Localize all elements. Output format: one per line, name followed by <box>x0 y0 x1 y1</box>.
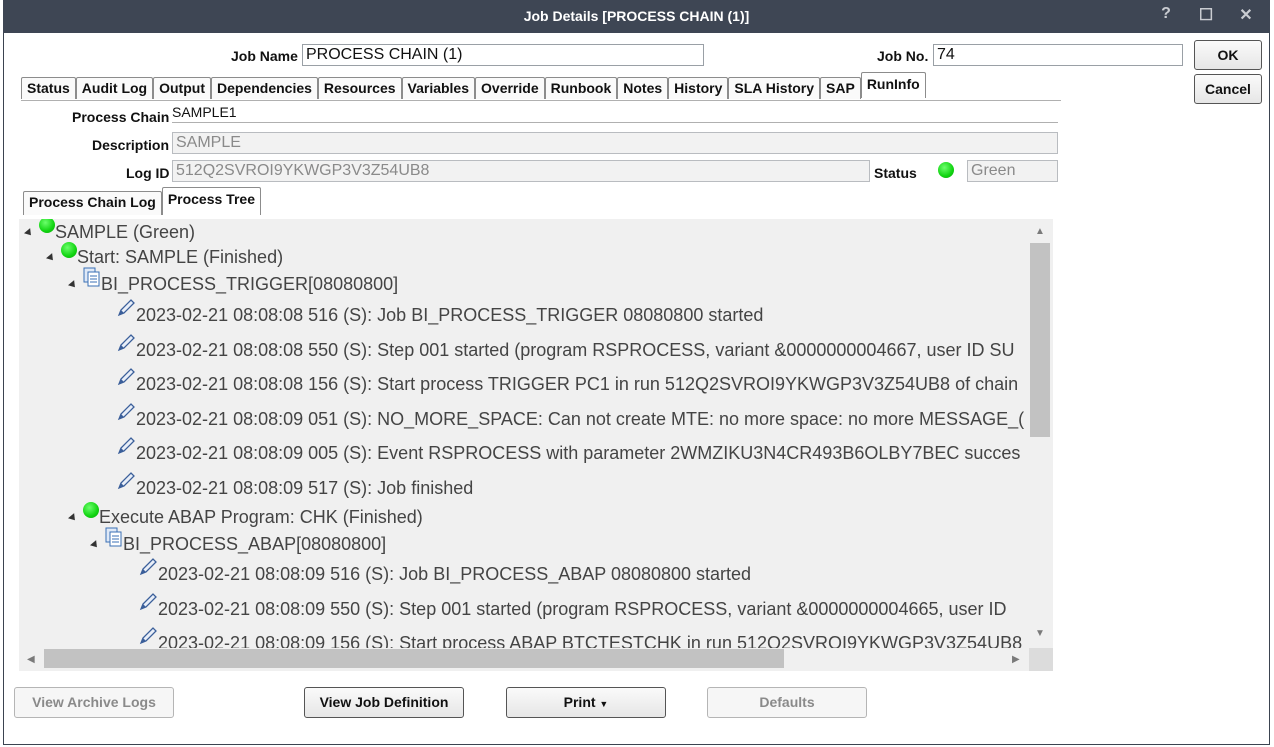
green-status-icon <box>83 502 99 518</box>
subtab-bar: Process Chain Log Process Tree <box>23 187 261 215</box>
description-field[interactable]: SAMPLE <box>172 132 1058 154</box>
vertical-scroll-thumb[interactable] <box>1030 243 1050 437</box>
tab-sla-history[interactable]: SLA History <box>728 77 821 99</box>
process-tree: SAMPLE (Green) Start: SAMPLE (Finished) … <box>19 219 1053 671</box>
collapse-icon[interactable] <box>24 228 34 239</box>
scroll-right-icon[interactable]: ▶ <box>1012 654 1020 665</box>
process-chain-value: SAMPLE1 <box>172 104 237 120</box>
process-chain-underline <box>172 122 1058 123</box>
tree-log-entry[interactable]: 2023-02-21 08:08:09 550 (S): Step 001 st… <box>138 593 1007 620</box>
green-status-icon <box>61 242 77 258</box>
view-job-definition-button[interactable]: View Job Definition <box>304 687 464 718</box>
green-status-icon <box>39 219 55 233</box>
tab-runbook[interactable]: Runbook <box>544 77 618 99</box>
ok-button[interactable]: OK <box>1194 40 1262 70</box>
print-label: Print <box>563 694 596 710</box>
maximize-icon[interactable]: ☐ <box>1196 5 1216 25</box>
job-no-label: Job No. <box>877 48 929 64</box>
collapse-icon[interactable] <box>68 513 78 524</box>
scroll-left-icon[interactable]: ◀ <box>27 654 35 665</box>
job-name-field[interactable]: PROCESS CHAIN (1) <box>302 44 704 66</box>
pencil-icon <box>117 299 135 317</box>
subtab-process-tree[interactable]: Process Tree <box>161 187 261 215</box>
status-green-icon <box>938 162 954 178</box>
status-field[interactable]: Green <box>967 160 1058 182</box>
window-title: Job Details [PROCESS CHAIN (1)] <box>523 8 750 24</box>
document-icon <box>83 267 100 287</box>
horizontal-scroll-thumb[interactable] <box>44 649 784 668</box>
status-label: Status <box>874 165 917 181</box>
pencil-icon <box>117 437 135 455</box>
tree-log-entry[interactable]: 2023-02-21 08:08:09 005 (S): Event RSPRO… <box>116 437 1020 464</box>
tree-node-execute[interactable]: Execute ABAP Program: CHK (Finished) <box>68 502 423 528</box>
tab-variables[interactable]: Variables <box>401 77 476 99</box>
tab-bar: Status Audit Log Output Dependencies Res… <box>21 72 926 101</box>
subtab-process-chain-log[interactable]: Process Chain Log <box>23 191 162 215</box>
tree-log-entry[interactable]: 2023-02-21 08:08:08 550 (S): Step 001 st… <box>116 334 1015 361</box>
scroll-down-icon[interactable]: ▼ <box>1035 628 1045 639</box>
tab-output[interactable]: Output <box>153 77 211 99</box>
tab-history[interactable]: History <box>668 77 729 99</box>
tab-runinfo[interactable]: RunInfo <box>860 72 926 98</box>
job-name-label: Job Name <box>231 48 298 64</box>
process-chain-label: Process Chain <box>72 109 170 125</box>
log-id-field[interactable]: 512Q2SVROI9YKWGP3V3Z54UB8 <box>172 160 870 182</box>
pencil-icon <box>117 368 135 386</box>
collapse-icon[interactable] <box>90 540 100 551</box>
description-label: Description <box>92 137 170 153</box>
log-id-label: Log ID <box>126 165 170 181</box>
tree-log-entry[interactable]: 2023-02-21 08:08:09 051 (S): NO_MORE_SPA… <box>116 403 1024 430</box>
view-archive-logs-button[interactable]: View Archive Logs <box>14 687 174 718</box>
job-no-field[interactable]: 74 <box>933 44 1183 66</box>
tree-node-job[interactable]: BI_PROCESS_TRIGGER[08080800] <box>68 267 398 295</box>
pencil-icon <box>117 334 135 352</box>
chevron-down-icon: ▼ <box>599 699 609 709</box>
tab-divider <box>21 100 1061 101</box>
collapse-icon[interactable] <box>46 253 56 264</box>
pencil-icon <box>117 472 135 490</box>
tree-log-entry[interactable]: 2023-02-21 08:08:08 156 (S): Start proce… <box>116 368 1018 395</box>
tab-status[interactable]: Status <box>21 77 76 99</box>
pencil-icon <box>139 593 157 611</box>
tab-resources[interactable]: Resources <box>317 77 402 99</box>
tree-node-job[interactable]: BI_PROCESS_ABAP[08080800] <box>90 527 386 555</box>
title-bar: Job Details [PROCESS CHAIN (1)] ? ☐ ✕ <box>3 0 1270 33</box>
scroll-up-icon[interactable]: ▲ <box>1035 226 1045 237</box>
document-icon <box>105 527 122 547</box>
tab-audit-log[interactable]: Audit Log <box>75 77 154 99</box>
cancel-button[interactable]: Cancel <box>1194 74 1262 104</box>
scrollbar-corner <box>1029 648 1053 671</box>
tree-node-root[interactable]: SAMPLE (Green) <box>24 219 195 243</box>
defaults-button[interactable]: Defaults <box>707 687 867 718</box>
help-icon[interactable]: ? <box>1156 5 1176 23</box>
collapse-icon[interactable] <box>68 280 78 291</box>
pencil-icon <box>139 627 157 645</box>
pencil-icon <box>139 558 157 576</box>
tree-node-start[interactable]: Start: SAMPLE (Finished) <box>46 242 283 268</box>
tab-sap[interactable]: SAP <box>820 77 861 99</box>
pencil-icon <box>117 403 135 421</box>
tree-log-entry[interactable]: 2023-02-21 08:08:09 516 (S): Job BI_PROC… <box>138 558 751 585</box>
close-icon[interactable]: ✕ <box>1236 5 1256 25</box>
tab-dependencies[interactable]: Dependencies <box>210 77 318 99</box>
tab-notes[interactable]: Notes <box>617 77 669 99</box>
tree-log-entry[interactable]: 2023-02-21 08:08:08 516 (S): Job BI_PROC… <box>116 299 763 326</box>
tab-override[interactable]: Override <box>475 77 545 99</box>
print-button[interactable]: Print ▼ <box>506 687 666 718</box>
tree-log-entry[interactable]: 2023-02-21 08:08:09 517 (S): Job finishe… <box>116 472 473 499</box>
